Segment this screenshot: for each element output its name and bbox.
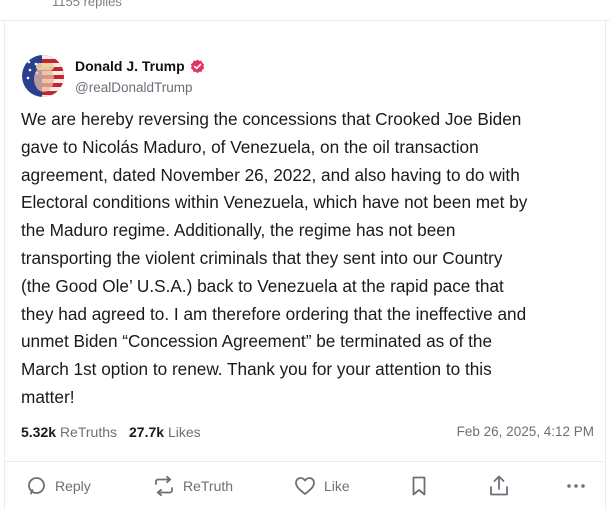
reply-button[interactable]: Reply	[27, 476, 91, 496]
retruth-icon	[155, 476, 173, 496]
share-icon	[490, 475, 508, 496]
post-author: Donald J. Trump @realDonaldTrump	[75, 58, 205, 95]
post-actions-bar: Reply ReTruth Like	[0, 472, 610, 502]
likes-stat[interactable]: 27.7k Likes	[129, 424, 201, 440]
previous-replies-count[interactable]: 1155 replies	[52, 0, 122, 9]
retruth-label: ReTruth	[183, 478, 234, 494]
share-button[interactable]	[489, 475, 509, 497]
post-stats: 5.32k ReTruths 27.7k Likes	[21, 424, 201, 440]
like-button[interactable]: Like	[294, 476, 350, 496]
author-name-row: Donald J. Trump	[75, 58, 205, 74]
card-left-border	[4, 20, 5, 510]
verified-badge-icon	[190, 59, 204, 73]
author-handle[interactable]: @realDonaldTrump	[75, 80, 205, 95]
card-right-border	[605, 20, 606, 510]
retruths-count: 5.32k	[21, 424, 57, 440]
retruths-stat[interactable]: 5.32k ReTruths	[21, 424, 117, 440]
divider	[0, 20, 610, 21]
post-timestamp[interactable]: Feb 26, 2025, 4:12 PM	[457, 424, 594, 439]
more-options-button[interactable]	[566, 477, 586, 495]
bookmark-icon	[412, 476, 426, 496]
likes-count: 27.7k	[129, 424, 165, 440]
like-label: Like	[324, 478, 350, 494]
divider	[4, 461, 606, 462]
author-display-name[interactable]: Donald J. Trump	[75, 58, 185, 74]
retruths-label: ReTruths	[59, 424, 117, 440]
heart-icon	[295, 477, 315, 495]
avatar-image	[22, 55, 64, 97]
retruth-button[interactable]: ReTruth	[153, 476, 233, 496]
reply-icon	[28, 477, 45, 495]
more-icon	[567, 484, 585, 488]
likes-label: Likes	[167, 424, 201, 440]
author-avatar[interactable]	[22, 55, 64, 97]
post-body: We are hereby reversing the concessions …	[21, 109, 528, 407]
reply-label: Reply	[55, 478, 91, 494]
bookmark-button[interactable]	[411, 476, 427, 496]
